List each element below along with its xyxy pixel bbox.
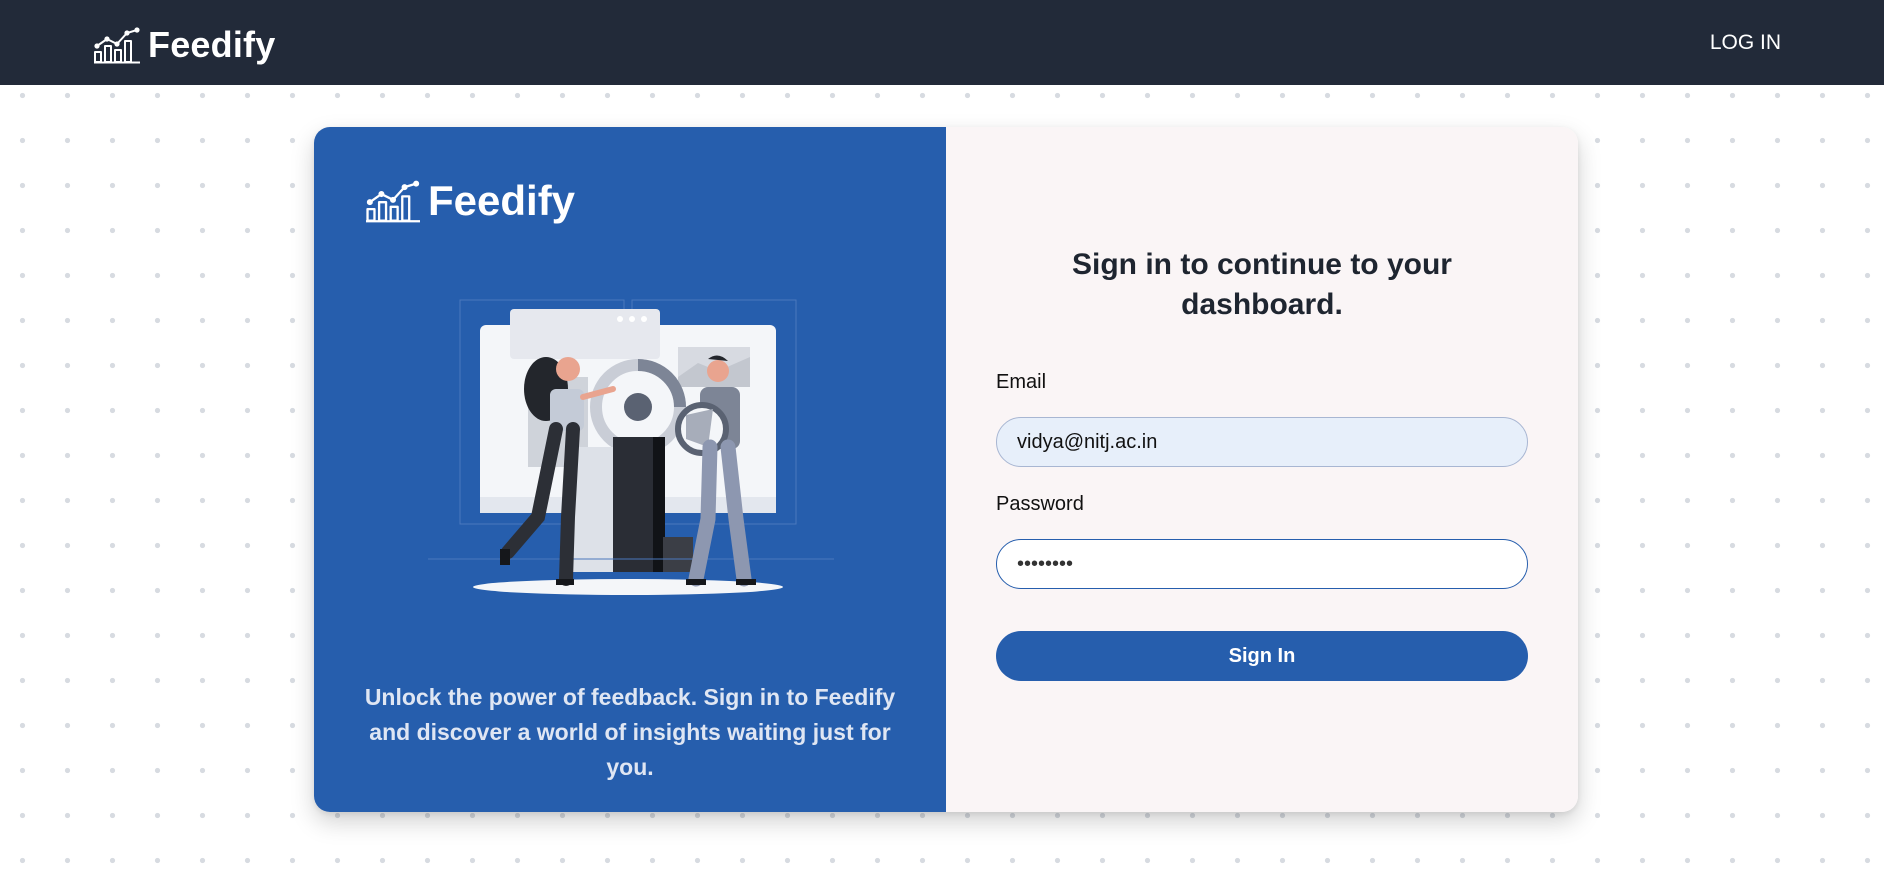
panel-tagline: Unlock the power of feedback. Sign in to… — [364, 684, 896, 780]
password-label: Password — [996, 493, 1084, 515]
people-analyzing-dashboard-illustration — [428, 299, 834, 595]
panel-brand-name: Feedify — [428, 177, 576, 224]
bar-chart-trend-icon — [94, 27, 140, 64]
email-label: Email — [996, 371, 1047, 393]
top-navbar: Feedify LOG IN — [0, 0, 1884, 85]
brand-name: Feedify — [148, 24, 276, 65]
promo-panel: Feedify Unlock the power of feedback. Si… — [314, 127, 946, 812]
signin-form-panel: Sign in to continue to your dashboard. E… — [946, 127, 1578, 812]
signin-card: Feedify Unlock the power of feedback. Si… — [314, 127, 1578, 812]
password-field[interactable] — [996, 539, 1528, 589]
sign-in-button[interactable]: Sign In — [996, 631, 1528, 681]
panel-brand-logo: Feedify — [366, 177, 575, 225]
form-heading: Sign in to continue to your dashboard. — [1072, 248, 1452, 321]
login-link[interactable]: LOG IN — [1710, 31, 1781, 55]
email-field[interactable] — [996, 417, 1528, 467]
bar-chart-trend-icon — [366, 180, 420, 223]
brand-logo[interactable]: Feedify — [94, 24, 275, 66]
